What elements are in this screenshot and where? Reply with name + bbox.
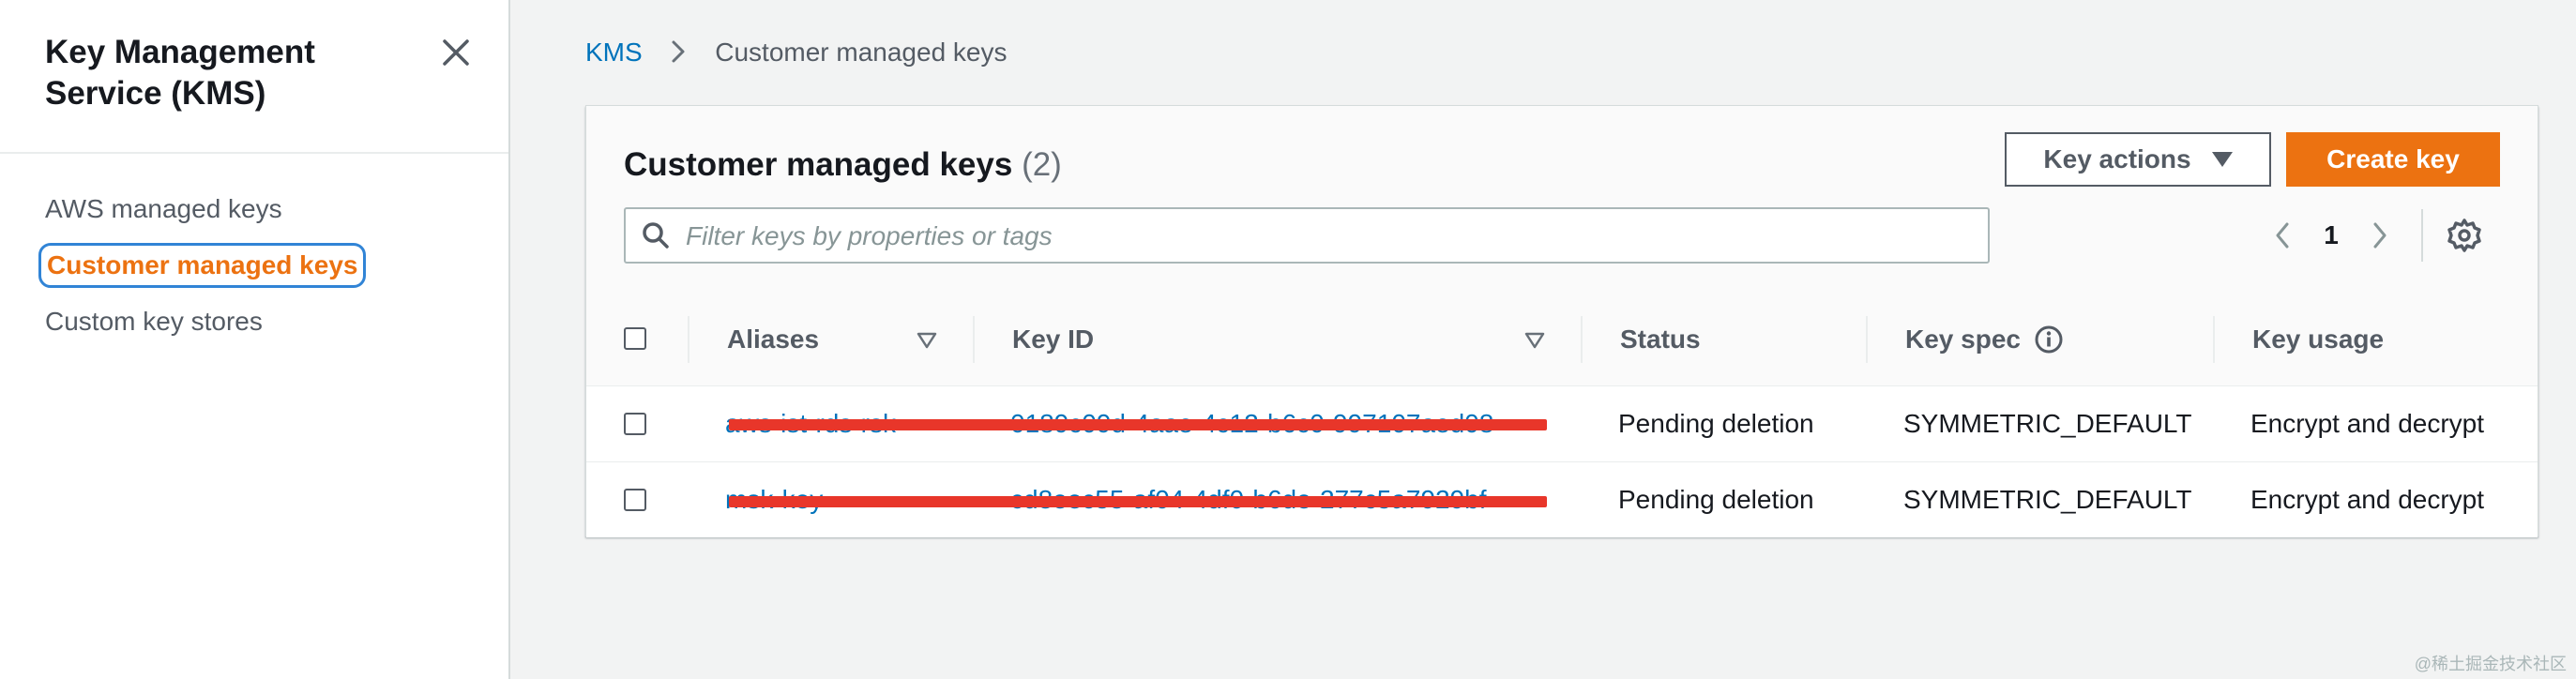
key-spec-cell: SYMMETRIC_DEFAULT	[1903, 409, 2192, 438]
row-checkbox[interactable]	[624, 489, 646, 511]
table-header: Aliases Key ID Status Key spec Key usage	[586, 294, 2538, 386]
settings-gear-icon[interactable]	[2446, 217, 2483, 254]
column-separator	[1581, 316, 1583, 363]
sidebar-item-customer-managed-keys[interactable]: Customer managed keys	[38, 243, 367, 288]
breadcrumb-kms-link[interactable]: KMS	[585, 38, 643, 67]
sidebar-item-custom-key-stores[interactable]: Custom key stores	[45, 306, 359, 338]
panel-header: Customer managed keys (2) Key actions Cr…	[586, 106, 2538, 294]
search-icon	[643, 222, 669, 249]
key-spec-cell: SYMMETRIC_DEFAULT	[1903, 485, 2192, 514]
search-box	[624, 207, 1990, 264]
side-navigation: Key Management Service (KMS) AWS managed…	[0, 0, 510, 679]
page-title: Customer managed keys (2)	[624, 143, 1062, 187]
key-usage-cell: Encrypt and decrypt	[2250, 485, 2485, 514]
breadcrumb-current: Customer managed keys	[715, 38, 1008, 67]
row-checkbox[interactable]	[624, 413, 646, 435]
panel-title-text: Customer managed keys	[624, 146, 1013, 183]
sidebar-item-aws-managed-keys[interactable]: AWS managed keys	[45, 193, 359, 225]
sort-icon[interactable]	[917, 331, 937, 350]
select-all-checkbox[interactable]	[624, 327, 646, 350]
column-separator	[973, 316, 975, 363]
key-spec-label: Key spec	[1905, 324, 2021, 354]
pagination: 1	[2264, 207, 2517, 264]
column-header-status[interactable]: Status	[1620, 294, 1701, 385]
status-cell: Pending deletion	[1618, 409, 1814, 438]
chevron-right-icon	[2373, 222, 2387, 249]
key-usage-cell: Encrypt and decrypt	[2250, 409, 2485, 438]
redaction-mark	[729, 496, 1547, 507]
sidebar-divider	[0, 152, 508, 154]
column-separator	[1866, 316, 1868, 363]
sort-icon[interactable]	[1524, 331, 1545, 350]
column-separator	[688, 316, 689, 363]
chevron-right-icon	[672, 40, 685, 63]
redaction-mark	[729, 419, 1547, 430]
table-row[interactable]: msk-key cd8eec55-af04-4df0-b6de-277c5a79…	[586, 462, 2538, 537]
column-header-key-usage[interactable]: Key usage	[2252, 294, 2384, 385]
status-cell: Pending deletion	[1618, 485, 1814, 514]
table-row[interactable]: aws-ist-rds-rsk 0189c09d-4aae-4c12-b6c0-…	[586, 386, 2538, 462]
pager-divider	[2421, 209, 2423, 262]
caret-down-icon	[2211, 152, 2233, 167]
search-input[interactable]	[684, 215, 1973, 258]
column-header-key-id[interactable]: Key ID	[1012, 294, 1094, 385]
info-icon[interactable]	[2034, 324, 2064, 355]
next-page-button[interactable]	[2361, 217, 2399, 254]
keys-table-panel: Customer managed keys (2) Key actions Cr…	[585, 105, 2538, 537]
sidebar-title: Key Management Service (KMS)	[45, 34, 315, 112]
previous-page-button[interactable]	[2264, 217, 2301, 254]
column-header-aliases[interactable]: Aliases	[727, 294, 819, 385]
create-key-button[interactable]: Create key	[2286, 132, 2500, 187]
column-separator	[2213, 316, 2215, 363]
key-count: (2)	[1022, 146, 1062, 183]
column-header-key-spec[interactable]: Key spec	[1905, 294, 2064, 385]
close-icon[interactable]	[437, 34, 475, 71]
breadcrumb: KMS Customer managed keys	[585, 36, 1008, 69]
chevron-left-icon	[2276, 222, 2289, 249]
key-actions-button[interactable]: Key actions	[2005, 132, 2271, 187]
key-actions-label: Key actions	[2043, 144, 2191, 174]
current-page-number[interactable]: 1	[2301, 220, 2361, 250]
watermark: @稀土掘金技术社区	[2414, 655, 2567, 673]
sidebar-nav: AWS managed keys Customer managed keys C…	[38, 193, 367, 362]
